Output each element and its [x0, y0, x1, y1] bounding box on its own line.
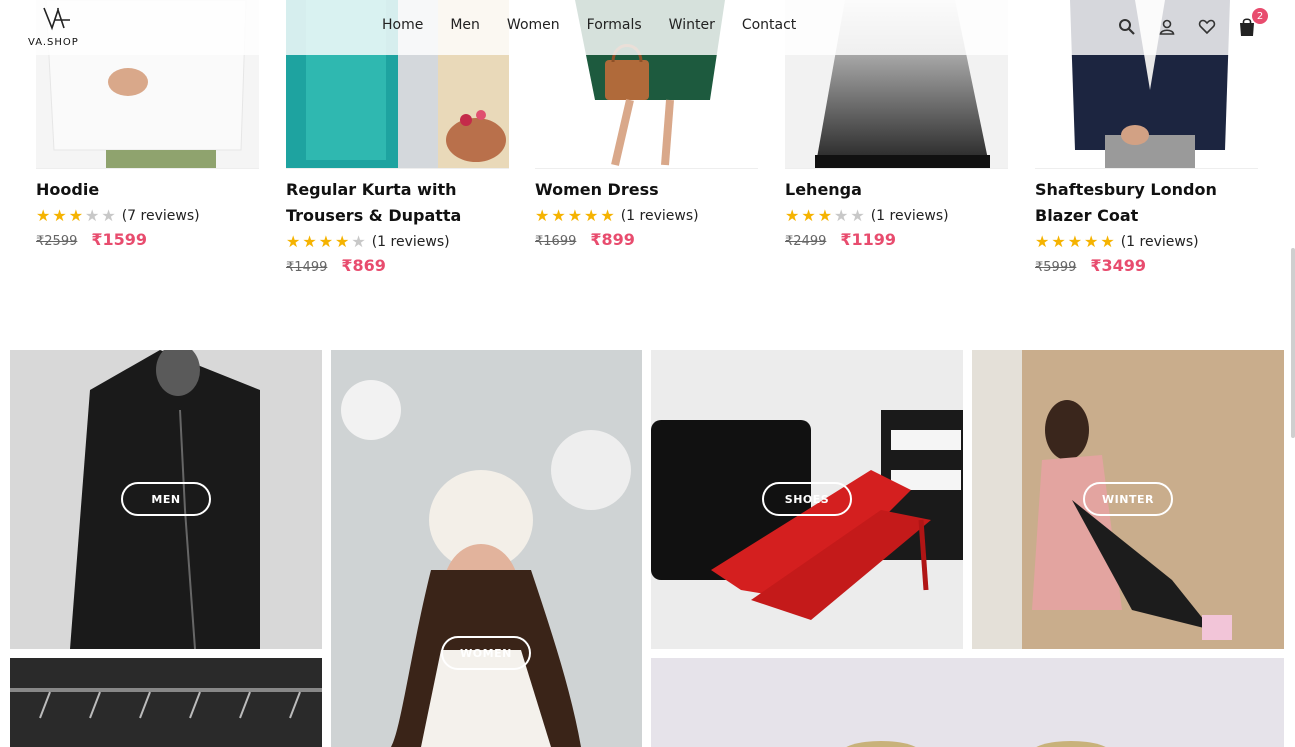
star-icon: ★ — [318, 232, 334, 251]
product-name[interactable]: Shaftesbury London Blazer Coat — [1035, 177, 1258, 229]
logo-mark-icon — [43, 7, 70, 31]
shoes-category-button[interactable]: SHOES — [762, 482, 852, 516]
category-tile-women[interactable]: WOMEN — [331, 350, 642, 747]
star-icon: ★ — [52, 206, 67, 225]
product-price: ₹2599 ₹1599 — [36, 230, 259, 249]
product-rating: ★ ★ ★ ★ ★ (1 reviews) — [1035, 231, 1258, 253]
star-icon: ★ — [68, 206, 84, 225]
star-icon: ★ — [600, 206, 615, 225]
product-rating: ★ ★ ★ ★ ★ (1 reviews) — [535, 205, 758, 227]
accessories-category-image — [651, 658, 1284, 747]
nav-home[interactable]: Home — [382, 17, 423, 33]
old-price: ₹1699 — [535, 234, 577, 249]
category-tile-men[interactable]: MEN — [10, 350, 322, 649]
review-count: (1 reviews) — [870, 208, 949, 224]
sale-price: ₹1199 — [840, 230, 897, 249]
logo[interactable]: VA.SHOP — [28, 6, 88, 50]
product-name[interactable]: Hoodie — [36, 177, 259, 203]
star-icon: ★ — [335, 232, 350, 251]
sale-price: ₹899 — [590, 230, 635, 249]
logo-text: VA.SHOP — [28, 37, 79, 48]
women-category-image — [331, 350, 642, 747]
header-icons: 2 — [1116, 8, 1276, 38]
product-price: ₹5999 ₹3499 — [1035, 256, 1258, 275]
nav-winter[interactable]: Winter — [669, 17, 715, 33]
old-price: ₹2499 — [785, 234, 827, 249]
review-count: (1 reviews) — [371, 234, 450, 250]
category-tile-shoes[interactable]: SHOES — [651, 350, 963, 649]
user-icon[interactable] — [1156, 16, 1178, 38]
star-icon: ★ — [801, 206, 816, 225]
old-price: ₹2599 — [36, 234, 78, 249]
women-category-button[interactable]: WOMEN — [441, 636, 531, 670]
nav-women[interactable]: Women — [507, 17, 560, 33]
star-icon: ★ — [535, 206, 550, 225]
category-tile-winter[interactable]: WINTER — [972, 350, 1284, 649]
product-name[interactable]: Women Dress — [535, 177, 758, 203]
star-icon: ★ — [567, 206, 583, 225]
review-count: (1 reviews) — [1120, 234, 1199, 250]
clothes-rack-image — [10, 658, 322, 747]
category-tile-accessories[interactable] — [651, 658, 1284, 747]
main-nav: Home Men Women Formals Winter Contact — [382, 17, 823, 33]
star-icon: ★ — [302, 232, 317, 251]
star-icon: ★ — [351, 232, 366, 251]
sale-price: ₹869 — [341, 256, 386, 275]
star-icon: ★ — [785, 206, 800, 225]
cart-count-badge: 2 — [1252, 8, 1268, 24]
product-name[interactable]: Lehenga — [785, 177, 1008, 203]
category-tile-rack[interactable] — [10, 658, 322, 747]
star-icon: ★ — [1067, 232, 1083, 251]
sale-price: ₹1599 — [91, 230, 148, 249]
nav-men[interactable]: Men — [450, 17, 480, 33]
star-icon: ★ — [834, 206, 849, 225]
sale-price: ₹3499 — [1090, 256, 1147, 275]
star-icon: ★ — [1035, 232, 1050, 251]
star-icon: ★ — [85, 206, 100, 225]
nav-contact[interactable]: Contact — [742, 17, 796, 33]
product-price: ₹2499 ₹1199 — [785, 230, 1008, 249]
site-header: VA.SHOP Home Men Women Formals Winter Co… — [0, 0, 1295, 55]
star-icon: ★ — [584, 206, 599, 225]
product-rating: ★ ★ ★ ★ ★ (7 reviews) — [36, 205, 259, 227]
page-scrollbar[interactable] — [1291, 248, 1295, 438]
star-icon: ★ — [101, 206, 116, 225]
star-icon: ★ — [1051, 232, 1066, 251]
men-category-button[interactable]: MEN — [121, 482, 211, 516]
product-name[interactable]: Regular Kurta with Trousers & Dupatta — [286, 177, 509, 229]
star-icon: ★ — [551, 206, 566, 225]
star-icon: ★ — [1100, 232, 1115, 251]
star-icon: ★ — [850, 206, 865, 225]
review-count: (1 reviews) — [620, 208, 699, 224]
star-icon: ★ — [36, 206, 51, 225]
review-count: (7 reviews) — [121, 208, 200, 224]
product-price: ₹1499 ₹869 — [286, 256, 509, 275]
search-icon[interactable] — [1116, 16, 1138, 38]
heart-icon[interactable] — [1196, 16, 1218, 38]
nav-formals[interactable]: Formals — [587, 17, 642, 33]
product-rating: ★ ★ ★ ★ ★ (1 reviews) — [785, 205, 1008, 227]
star-icon: ★ — [286, 232, 301, 251]
old-price: ₹1499 — [286, 260, 328, 275]
winter-category-button[interactable]: WINTER — [1083, 482, 1173, 516]
star-icon: ★ — [817, 206, 833, 225]
cart-button[interactable]: 2 — [1236, 8, 1268, 38]
old-price: ₹5999 — [1035, 260, 1077, 275]
star-icon: ★ — [1084, 232, 1099, 251]
product-rating: ★ ★ ★ ★ ★ (1 reviews) — [286, 231, 509, 253]
product-price: ₹1699 ₹899 — [535, 230, 758, 249]
